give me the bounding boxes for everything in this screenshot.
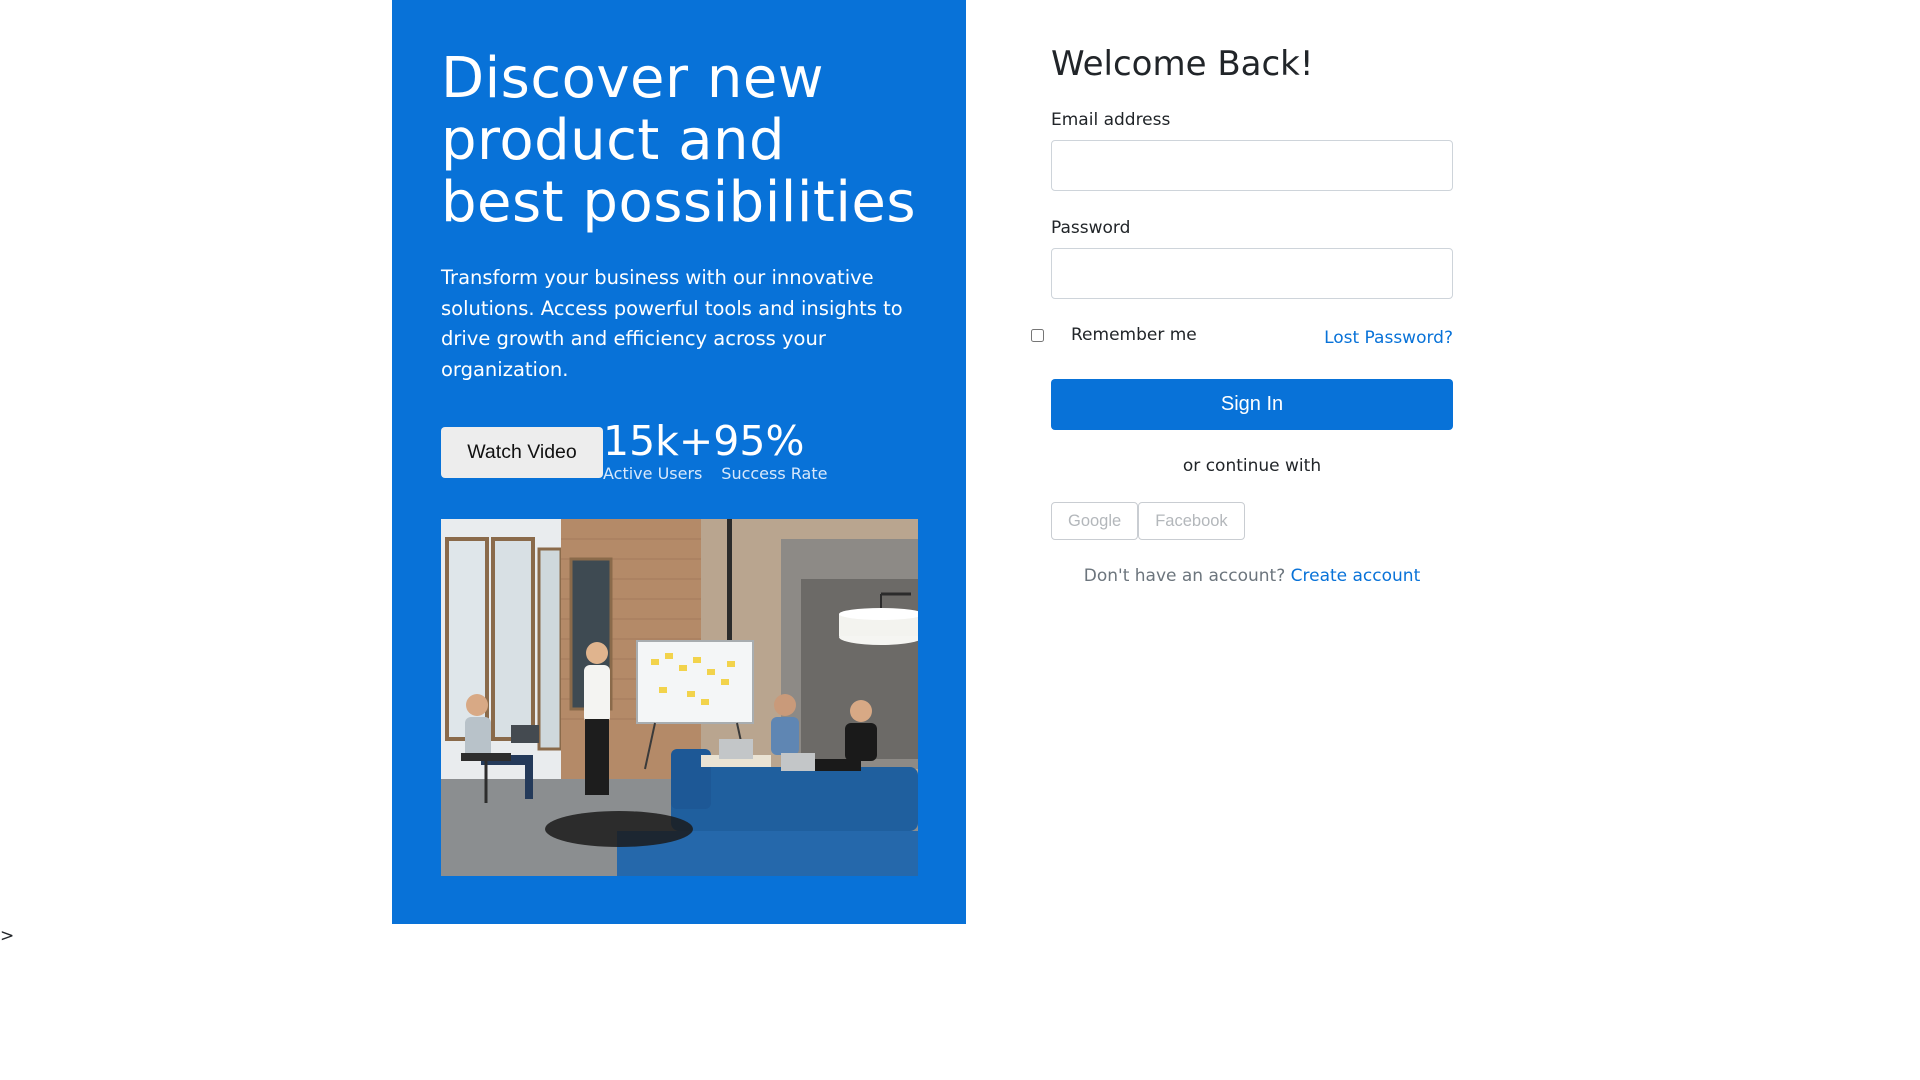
- hero-title: Discover new product and best possibilit…: [441, 46, 917, 235]
- stat-value: 95%: [713, 417, 805, 465]
- lost-password-link[interactable]: Lost Password?: [1324, 328, 1453, 348]
- social-login: Google Facebook: [1051, 502, 1245, 540]
- email-field[interactable]: [1051, 140, 1453, 191]
- stat-label: Active Users: [603, 464, 703, 483]
- stray-text: >: [0, 926, 15, 946]
- login-page: Discover new product and best possibilit…: [0, 0, 1920, 1080]
- password-label: Password: [1051, 218, 1131, 238]
- remember-me-label: Remember me: [1071, 325, 1197, 345]
- office-illustration: [441, 519, 918, 876]
- hero-panel: Discover new product and best possibilit…: [392, 0, 966, 924]
- hero-description: Transform your business with our innovat…: [441, 266, 903, 381]
- google-button[interactable]: Google: [1051, 502, 1139, 540]
- office-team-image: [441, 519, 918, 876]
- create-account-link[interactable]: Create account: [1291, 566, 1421, 586]
- stat-value: 15k+: [603, 417, 714, 465]
- stat-success-rate: 95% Success Rate: [713, 418, 827, 484]
- signup-prompt: Don't have an account? Create account: [1051, 566, 1453, 586]
- remember-me-checkbox[interactable]: [1031, 328, 1044, 342]
- facebook-button[interactable]: Facebook: [1138, 502, 1245, 540]
- sign-in-button[interactable]: Sign In: [1051, 379, 1453, 430]
- hero-actions: Watch Video 15k+ Active Users 95% Succes…: [441, 418, 918, 488]
- remember-me: Remember me: [1031, 325, 1197, 345]
- stat-active-users: 15k+ Active Users: [603, 418, 713, 484]
- password-field[interactable]: [1051, 248, 1453, 299]
- or-continue-text: or continue with: [1182, 456, 1322, 476]
- signup-prompt-text: Don't have an account?: [1083, 566, 1286, 586]
- watch-video-button[interactable]: Watch Video: [441, 427, 603, 478]
- email-label: Email address: [1051, 110, 1171, 130]
- login-title: Welcome Back!: [1051, 44, 1314, 84]
- stat-label: Success Rate: [721, 464, 828, 483]
